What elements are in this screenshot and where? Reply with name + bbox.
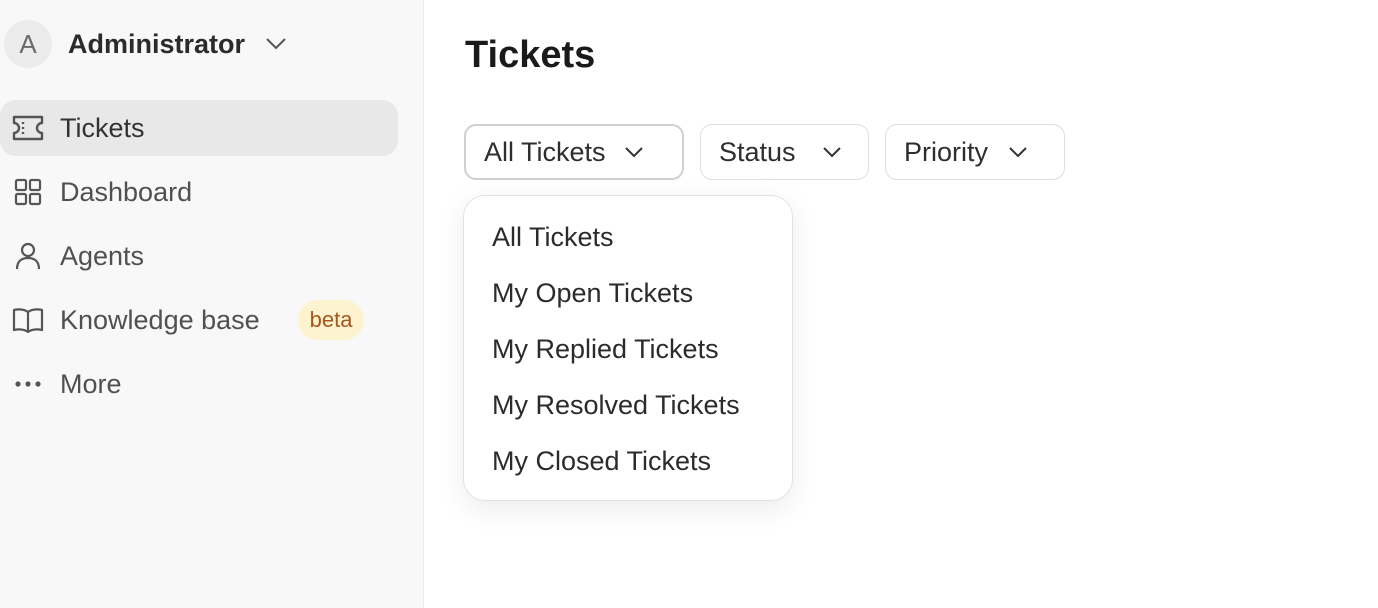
filter-label: Status: [719, 136, 796, 167]
account-name: Administrator: [68, 28, 246, 59]
sidebar-item-label: Agents: [60, 240, 145, 271]
sidebar-item-more[interactable]: More: [0, 356, 398, 412]
sidebar-item-label: Knowledge base: [60, 304, 260, 335]
more-icon: [12, 368, 44, 400]
sidebar: A Administrator Tickets Dashboard Agents…: [0, 0, 424, 608]
status-filter[interactable]: Status: [700, 124, 869, 180]
sidebar-nav: Tickets Dashboard Agents Knowledge base: [0, 100, 398, 420]
priority-filter[interactable]: Priority: [885, 124, 1065, 180]
page-title: Tickets: [465, 34, 596, 76]
dropdown-option-my-resolved-tickets[interactable]: My Resolved Tickets: [464, 377, 792, 433]
sidebar-item-label: Dashboard: [60, 176, 193, 207]
user-icon: [12, 240, 44, 272]
main-content: Tickets All Tickets Status Priority All …: [424, 0, 1378, 608]
filter-label: Priority: [904, 136, 989, 167]
chevron-down-icon: [265, 37, 287, 51]
account-switcher[interactable]: A Administrator: [4, 20, 287, 68]
filter-label: All Tickets: [484, 136, 606, 167]
dropdown-option-all-tickets[interactable]: All Tickets: [464, 209, 792, 265]
app: A Administrator Tickets Dashboard Agents…: [0, 0, 1378, 608]
book-icon: [12, 304, 44, 336]
sidebar-item-label: More: [60, 368, 122, 399]
dropdown-option-my-closed-tickets[interactable]: My Closed Tickets: [464, 433, 792, 489]
ticket-icon: [12, 112, 44, 144]
sidebar-item-knowledge-base[interactable]: Knowledge base beta: [0, 292, 398, 348]
dashboard-icon: [12, 176, 44, 208]
chevron-down-icon: [624, 146, 644, 158]
beta-badge: beta: [297, 300, 365, 340]
sidebar-item-label: Tickets: [60, 112, 145, 143]
sidebar-item-dashboard[interactable]: Dashboard: [0, 164, 398, 220]
dropdown-option-my-replied-tickets[interactable]: My Replied Tickets: [464, 321, 792, 377]
sidebar-item-agents[interactable]: Agents: [0, 228, 398, 284]
avatar: A: [4, 20, 52, 68]
dropdown-option-my-open-tickets[interactable]: My Open Tickets: [464, 265, 792, 321]
tickets-view-filter[interactable]: All Tickets: [464, 124, 684, 180]
chevron-down-icon: [822, 146, 842, 158]
chevron-down-icon: [1008, 146, 1028, 158]
tickets-view-dropdown: All Tickets My Open Tickets My Replied T…: [463, 195, 793, 501]
sidebar-item-tickets[interactable]: Tickets: [0, 100, 398, 156]
